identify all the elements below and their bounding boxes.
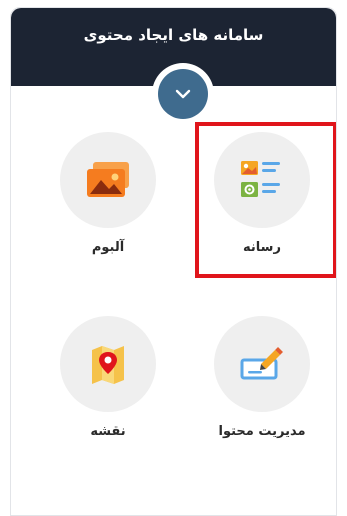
- tile-content-management[interactable]: مدیریت محتوا: [210, 316, 320, 446]
- content-edit-icon: [240, 347, 283, 380]
- toggle-inner[interactable]: [158, 69, 208, 119]
- map-icon-circle[interactable]: [60, 316, 156, 412]
- collapse-toggle-button[interactable]: [152, 63, 214, 125]
- tile-map[interactable]: نقشه: [56, 316, 166, 446]
- tile-map-label: نقشه: [90, 424, 126, 439]
- content-edit-icon-circle[interactable]: [214, 316, 310, 412]
- selection-highlight: [195, 122, 336, 278]
- tile-album-label: آلبوم: [91, 240, 125, 255]
- panel-title: سامانه های ایجاد محتوی: [83, 26, 264, 44]
- tile-content-management-label: مدیریت محتوا: [218, 424, 306, 439]
- album-icon-circle[interactable]: [60, 132, 156, 228]
- album-icon: [87, 162, 129, 197]
- content-systems-panel: سامانه های ایجاد محتوی رسانه آلبوم مدیری…: [10, 7, 337, 516]
- chevron-down-icon: [175, 89, 191, 99]
- map-icon: [92, 346, 124, 384]
- tile-album[interactable]: آلبوم: [56, 132, 166, 262]
